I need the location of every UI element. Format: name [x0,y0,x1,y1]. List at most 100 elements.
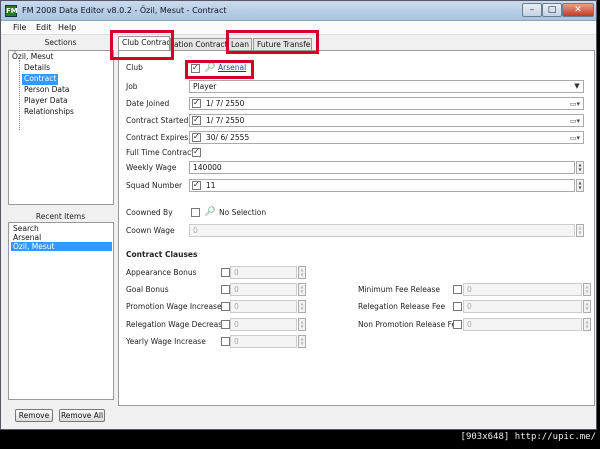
tab-strip: Club Contract ation Contract Loan Future… [118,36,596,50]
coowned-checkbox[interactable] [191,208,200,217]
goal-bonus-checkbox[interactable] [221,285,230,294]
goal-bonus-input[interactable]: 0 [230,283,297,296]
squad-number-input[interactable]: 11 [189,179,575,192]
recent-item-arsenal[interactable]: Arsenal [11,233,112,242]
weekly-wage-stepper[interactable]: ▲ ▼ [576,161,584,174]
relegation-release-fee-stepper[interactable]: ▲ ▼ [583,300,591,313]
minimize-button[interactable]: – [522,3,542,17]
non-promotion-release-fee-label: Non Promotion Release Fee [358,320,461,329]
maximize-icon: □ [547,5,557,15]
minimum-fee-release-stepper[interactable]: ▲ ▼ [583,283,591,296]
tree-root[interactable]: Özil, Mesut [10,52,55,63]
club-checkbox[interactable] [191,63,200,73]
promotion-wage-increase-checkbox[interactable] [221,302,230,311]
non-promotion-release-fee-input[interactable]: 0 [463,318,582,331]
minimum-fee-release-input[interactable]: 0 [463,283,582,296]
sidebar-item-player-data[interactable]: Player Data [22,96,70,107]
app-icon: FM [5,5,18,17]
weekly-wage-input[interactable]: 140000 [189,161,575,174]
recent-item-ozil[interactable]: Özil, Mesut [11,242,112,251]
date-joined-field[interactable]: 1/ 7/ 2550 ▭▾ [189,97,584,110]
close-button[interactable]: ✕ [562,3,594,17]
menu-bar: File Edit Help [1,21,596,35]
club-link[interactable]: Arsenal [218,63,246,73]
non-promotion-release-fee-checkbox[interactable] [453,320,462,329]
job-select[interactable]: Player ▼ [189,80,584,93]
contract-expires-field[interactable]: 30/ 6/ 2555 ▭▾ [189,131,584,144]
contract-started-checkbox[interactable] [192,115,201,125]
yearly-wage-increase-stepper[interactable]: ▲ ▼ [298,335,306,348]
coowned-label: Coowned By [126,208,173,217]
squad-number-label: Squad Number [126,181,183,190]
relegation-release-fee-checkbox[interactable] [453,302,462,311]
non-promotion-release-fee-stepper[interactable]: ▲ ▼ [583,318,591,331]
recent-list: Search Arsenal Özil, Mesut [8,222,114,400]
search-icon[interactable]: 🔎︎ [204,207,216,218]
promotion-wage-increase-label: Promotion Wage Increase [126,302,222,311]
tab-loan[interactable]: Loan [227,38,252,50]
contract-started-field[interactable]: 1/ 7/ 2550 ▭▾ [189,114,584,127]
date-joined-checkbox[interactable] [192,98,201,108]
contract-expires-value: 30/ 6/ 2555 [206,133,250,142]
coown-wage-label: Coown Wage [126,226,175,235]
appearance-bonus-input[interactable]: 0 [230,266,297,279]
main-window: FM FM 2008 Data Editor v8.0.2 - Özil, Me… [0,0,597,430]
menu-help[interactable]: Help [58,23,76,32]
appearance-bonus-stepper[interactable]: ▲ ▼ [298,266,306,279]
job-value: Player [193,82,217,91]
tab-future-transfer[interactable]: Future Transfer [253,38,312,50]
coowned-value: No Selection [219,208,267,217]
sidebar-item-relationships[interactable]: Relationships [22,107,76,118]
yearly-wage-increase-checkbox[interactable] [221,337,230,346]
promotion-wage-increase-input[interactable]: 0 [230,300,297,313]
close-icon: ✕ [574,5,582,15]
relegation-wage-decrease-checkbox[interactable] [221,320,230,329]
goal-bonus-label: Goal Bonus [126,285,169,294]
maximize-button[interactable]: □ [542,3,562,17]
tab-nation-contract[interactable]: ation Contract [170,38,227,50]
remove-all-button[interactable]: Remove All [59,409,105,422]
date-joined-value: 1/ 7/ 2550 [206,99,245,108]
search-icon[interactable]: 🔎︎ [204,63,216,74]
appearance-bonus-checkbox[interactable] [221,268,230,277]
relegation-release-fee-input[interactable]: 0 [463,300,582,313]
contract-panel: Club 🔎︎ Arsenal Job Player ▼ Date Joined… [118,50,595,406]
goal-bonus-stepper[interactable]: ▲ ▼ [298,283,306,296]
relegation-wage-decrease-input[interactable]: 0 [230,318,297,331]
relegation-wage-decrease-stepper[interactable]: ▲ ▼ [298,318,306,331]
weekly-wage-label: Weekly Wage [126,163,177,172]
yearly-wage-increase-input[interactable]: 0 [230,335,297,348]
minimum-fee-release-checkbox[interactable] [453,285,462,294]
chevron-down-icon: ▼ [574,82,580,90]
appearance-bonus-label: Appearance Bonus [126,268,197,277]
coown-wage-stepper[interactable]: ▲ ▼ [576,224,584,237]
menu-file[interactable]: File [13,23,26,32]
title-bar: FM FM 2008 Data Editor v8.0.2 - Özil, Me… [1,1,596,21]
sidebar-item-person-data[interactable]: Person Data [22,85,72,96]
coown-wage-input[interactable]: 0 [189,224,575,237]
contract-expires-checkbox[interactable] [192,132,201,142]
sidebar-item-details[interactable]: Details [22,63,52,74]
calendar-dropdown-icon[interactable]: ▭▾ [567,133,583,144]
contract-clauses-heading: Contract Clauses [126,250,198,259]
squad-number-stepper[interactable]: ▲ ▼ [576,179,584,192]
remove-button[interactable]: Remove [15,409,53,422]
job-label: Job [126,82,138,91]
date-joined-label: Date Joined [126,99,170,108]
menu-edit[interactable]: Edit [36,23,52,32]
relegation-wage-decrease-label: Relegation Wage Decrease [126,320,227,329]
relegation-release-fee-label: Relegation Release Fee [358,302,446,311]
sidebar-item-contract[interactable]: Contract [22,74,59,85]
calendar-dropdown-icon[interactable]: ▭▾ [567,99,583,110]
minimize-icon: – [529,5,535,15]
squad-number-checkbox[interactable] [192,180,201,190]
squad-number-value: 11 [206,181,216,190]
recent-item-search[interactable]: Search [11,224,112,233]
calendar-dropdown-icon[interactable]: ▭▾ [567,116,583,127]
left-pane: Sections Özil, Mesut Details Contract Pe… [6,37,115,425]
tab-club-contract[interactable]: Club Contract [118,36,170,50]
sections-heading: Sections [44,38,77,47]
full-time-checkbox[interactable] [192,147,201,157]
promotion-wage-increase-stepper[interactable]: ▲ ▼ [298,300,306,313]
club-label: Club [126,63,143,72]
